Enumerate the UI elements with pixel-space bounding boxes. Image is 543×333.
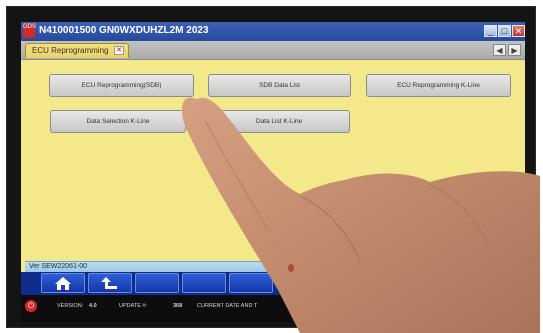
finger-occluder xyxy=(181,97,540,333)
